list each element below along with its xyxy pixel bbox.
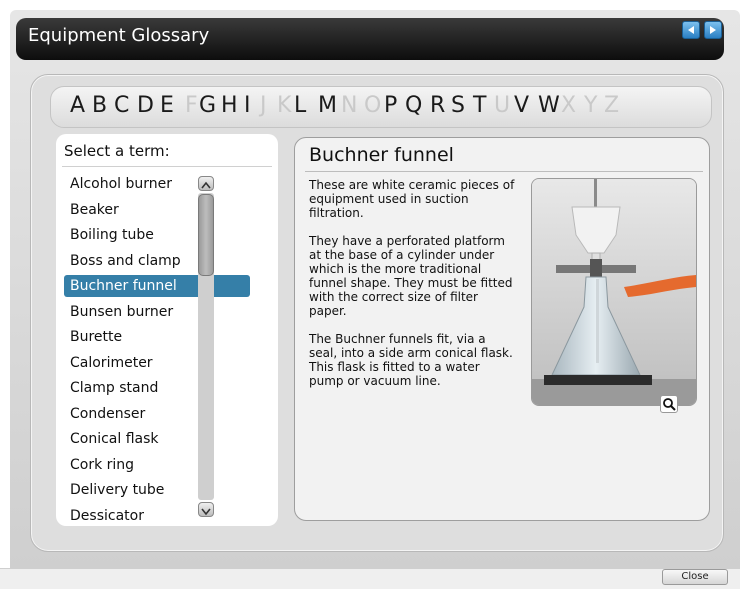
- letter-h[interactable]: H: [221, 93, 238, 118]
- letter-d[interactable]: D: [137, 93, 154, 118]
- close-button[interactable]: Close: [662, 569, 728, 585]
- term-list-item[interactable]: Buchner funnel: [64, 275, 250, 297]
- term-list-item[interactable]: Boiling tube: [64, 224, 250, 246]
- scrollbar-thumb[interactable]: [198, 194, 214, 276]
- letter-n: N: [341, 93, 358, 118]
- letter-m[interactable]: M: [318, 93, 337, 118]
- term-list-item[interactable]: Condenser: [64, 403, 250, 425]
- chevron-up-icon: [201, 181, 211, 189]
- letter-l[interactable]: L: [294, 93, 306, 118]
- term-list-item[interactable]: Bunsen burner: [64, 301, 250, 323]
- term-list-item[interactable]: Conical flask: [64, 428, 250, 450]
- term-list-item[interactable]: Alcohol burner: [64, 173, 250, 195]
- term-title: Buchner funnel: [309, 144, 454, 166]
- letter-k: K: [277, 93, 292, 118]
- window-title: Equipment Glossary: [28, 25, 210, 46]
- letter-z: Z: [604, 93, 620, 118]
- term-detail-panel: Buchner funnel These are white ceramic p…: [294, 137, 710, 521]
- scroll-down-button[interactable]: [198, 502, 214, 517]
- term-description: These are white ceramic pieces of equipm…: [309, 178, 517, 402]
- description-paragraph: These are white ceramic pieces of equipm…: [309, 178, 515, 220]
- status-bar: [0, 568, 740, 589]
- title-bar: Equipment Glossary: [16, 18, 724, 60]
- next-button[interactable]: [704, 21, 722, 39]
- letter-t[interactable]: T: [473, 93, 486, 118]
- chevron-down-icon: [201, 508, 211, 516]
- letter-j: J: [260, 93, 267, 118]
- triangle-right-icon: [710, 26, 716, 34]
- letter-b[interactable]: B: [92, 93, 107, 118]
- letter-i[interactable]: I: [244, 93, 251, 118]
- description-paragraph: The Buchner funnels fit, via a seal, int…: [309, 332, 513, 388]
- letter-o: O: [364, 93, 382, 118]
- letter-u: U: [494, 93, 511, 118]
- magnifier-icon: [663, 398, 676, 411]
- term-list-item[interactable]: Cork ring: [64, 454, 250, 476]
- buchner-funnel-illustration: [532, 179, 696, 405]
- divider: [305, 171, 703, 172]
- term-list-item[interactable]: Clamp stand: [64, 377, 250, 399]
- term-list-item[interactable]: Boss and clamp: [64, 250, 250, 272]
- term-list-item[interactable]: Delivery tube: [64, 479, 250, 501]
- description-paragraph: They have a perforated platform at the b…: [309, 234, 513, 318]
- previous-button[interactable]: [682, 21, 700, 39]
- term-list-item[interactable]: Calorimeter: [64, 352, 250, 374]
- term-list-item[interactable]: Dessicator: [64, 505, 250, 527]
- triangle-left-icon: [688, 26, 694, 34]
- divider: [62, 166, 272, 167]
- letter-a[interactable]: A: [70, 93, 85, 118]
- scroll-up-button[interactable]: [198, 176, 214, 191]
- term-list-header: Select a term:: [64, 142, 170, 160]
- letter-v[interactable]: V: [514, 93, 529, 118]
- letter-p[interactable]: P: [384, 93, 397, 118]
- letter-x: X: [561, 93, 577, 118]
- letter-c[interactable]: C: [114, 93, 129, 118]
- equipment-photo: [531, 178, 697, 406]
- zoom-button[interactable]: [660, 395, 678, 413]
- letter-q[interactable]: Q: [405, 93, 422, 118]
- letter-g[interactable]: G: [199, 93, 216, 118]
- letter-r[interactable]: R: [430, 93, 445, 118]
- letter-y: Y: [584, 93, 598, 118]
- letter-s[interactable]: S: [451, 93, 465, 118]
- term-list-item[interactable]: Burette: [64, 326, 250, 348]
- letter-w[interactable]: W: [538, 93, 560, 118]
- term-list-item[interactable]: Beaker: [64, 199, 250, 221]
- letter-f: F: [185, 93, 198, 118]
- letter-e[interactable]: E: [160, 93, 174, 118]
